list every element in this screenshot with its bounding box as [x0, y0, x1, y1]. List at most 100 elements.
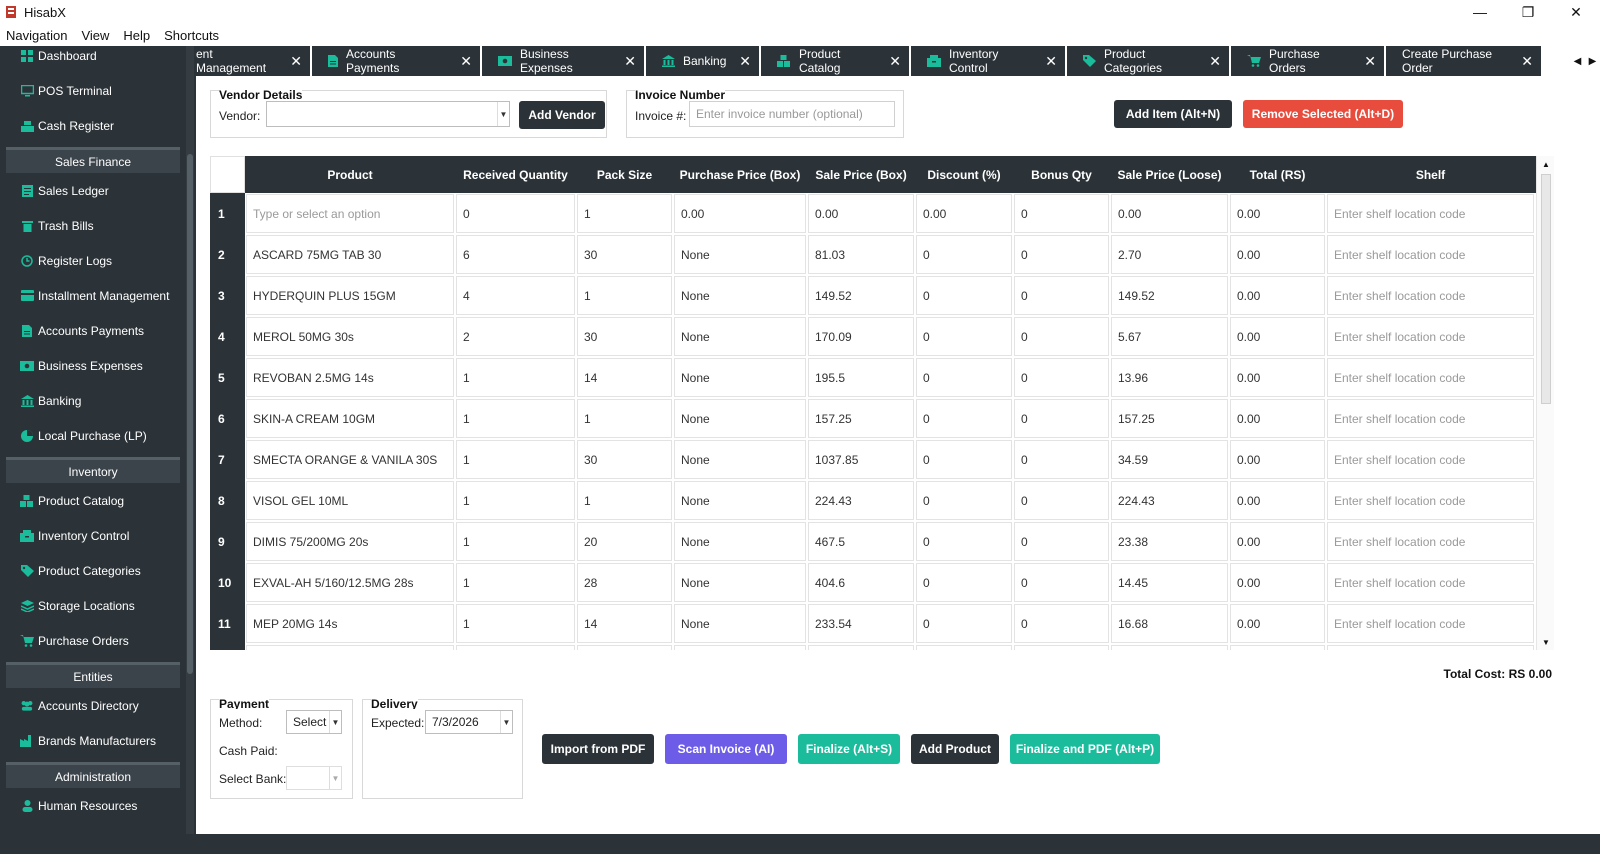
cell-total-rs[interactable]: 0.00	[1230, 235, 1325, 274]
scan-invoice-button[interactable]: Scan Invoice (AI)	[665, 734, 787, 764]
row-number[interactable]: 9	[210, 521, 245, 562]
sidebar-item-inventory-control[interactable]: Inventory Control	[0, 518, 186, 553]
sidebar-item-register-logs[interactable]: Register Logs	[0, 243, 186, 278]
cell-bonus-qty[interactable]: 0	[1014, 276, 1109, 315]
tab-scroll-left-icon[interactable]: ◀	[1574, 56, 1582, 67]
cell-sale-price-loose[interactable]: 2.70	[1111, 235, 1228, 274]
table-row[interactable]: 11 MEP 20MG 14s 1 14 None 233.54 0 0 16.68 0.00 En…	[210, 603, 1536, 644]
cell-sale-price-box[interactable]: 233.54	[808, 604, 914, 643]
payment-method-select[interactable]: Select ▼	[286, 710, 342, 734]
cell-shelf[interactable]: Enter shelf location code	[1327, 194, 1534, 233]
cell-discount[interactable]: 0	[916, 399, 1012, 438]
cell-purchase-price-box[interactable]: None	[674, 235, 806, 274]
cell-received-quantity[interactable]: 1	[456, 358, 575, 397]
row-number[interactable]: 11	[210, 603, 245, 644]
cell-product[interactable]: DIMIS 75/200MG 20s	[246, 522, 454, 561]
column-header-discount[interactable]: Discount (%)	[915, 156, 1013, 193]
cell-purchase-price-box[interactable]: None	[674, 481, 806, 520]
table-scrollbar-thumb[interactable]	[1541, 174, 1551, 404]
cell-bonus-qty[interactable]: 0	[1014, 481, 1109, 520]
close-icon[interactable]: ✕	[1199, 53, 1221, 70]
close-icon[interactable]: ✕	[450, 53, 472, 70]
cell-bonus-qty[interactable]: 0	[1014, 317, 1109, 356]
table-row[interactable]: 7 SMECTA ORANGE & VANILA 30S 1 30 None 1037.8…	[210, 439, 1536, 480]
cell-discount[interactable]: 0	[916, 522, 1012, 561]
table-row[interactable]: 4 MEROL 50MG 30s 2 30 None 170.09 0 0 5.67 0.00 En…	[210, 316, 1536, 357]
add-item-button[interactable]: Add Item (Alt+N)	[1114, 100, 1232, 128]
cell-shelf[interactable]: Enter shelf location code	[1327, 317, 1534, 356]
sidebar-item-brands-manufacturers[interactable]: Brands Manufacturers	[0, 723, 186, 758]
row-number[interactable]: 1	[210, 193, 245, 234]
column-header-received-quantity[interactable]: Received Quantity	[455, 156, 576, 193]
cell-product[interactable]: HYDERQUIN PLUS 15GM	[246, 276, 454, 315]
cell-total-rs[interactable]: 0.00	[1230, 522, 1325, 561]
column-header-pack-size[interactable]: Pack Size	[576, 156, 673, 193]
cell-bonus-qty[interactable]: 0	[1014, 235, 1109, 274]
cell-shelf[interactable]: Enter shelf location code	[1327, 358, 1534, 397]
cell-total-rs[interactable]: 0.00	[1230, 604, 1325, 643]
tab-banking[interactable]: Banking ✕	[646, 46, 759, 76]
cell-product[interactable]: Type or select an option	[246, 194, 454, 233]
sidebar-item-banking[interactable]: Banking	[0, 383, 186, 418]
sidebar-item-cash-register[interactable]: Cash Register	[0, 108, 186, 143]
table-row[interactable]: 3 HYDERQUIN PLUS 15GM 4 1 None 149.52 0 0 149.52…	[210, 275, 1536, 316]
row-number[interactable]: 2	[210, 234, 245, 275]
cell-sale-price-loose[interactable]: 0.00	[1111, 194, 1228, 233]
invoice-number-input[interactable]: Enter invoice number (optional)	[689, 101, 895, 127]
table-row[interactable]: 8 VISOL GEL 10ML 1 1 None 224.43 0 0 224.43 0.00 E…	[210, 480, 1536, 521]
menu-help[interactable]: Help	[123, 28, 150, 43]
cell-total-rs[interactable]: 0.00	[1230, 194, 1325, 233]
cell-sale-price-loose[interactable]: 157.25	[1111, 399, 1228, 438]
row-number[interactable]	[210, 644, 245, 650]
cell-sale-price-loose[interactable]	[1111, 645, 1228, 650]
cell-purchase-price-box[interactable]: None	[674, 563, 806, 602]
menu-view[interactable]: View	[81, 28, 109, 43]
cell-sale-price-box[interactable]: 1037.85	[808, 440, 914, 479]
cell-sale-price-box[interactable]: 81.03	[808, 235, 914, 274]
cell-received-quantity[interactable]: 6	[456, 235, 575, 274]
cell-sale-price-loose[interactable]: 224.43	[1111, 481, 1228, 520]
cell-total-rs[interactable]: 0.00	[1230, 563, 1325, 602]
close-icon[interactable]: ✕	[614, 53, 636, 70]
cell-shelf[interactable]: Enter shelf location code	[1327, 276, 1534, 315]
cell-product[interactable]: MEP 20MG 14s	[246, 604, 454, 643]
cell-received-quantity[interactable]: 1	[456, 440, 575, 479]
cell-discount[interactable]: 0	[916, 481, 1012, 520]
cell-bonus-qty[interactable]: 0	[1014, 522, 1109, 561]
cell-pack-size[interactable]: 20	[577, 522, 672, 561]
cell-discount[interactable]: 0	[916, 358, 1012, 397]
cell-purchase-price-box[interactable]: None	[674, 358, 806, 397]
close-icon[interactable]: ✕	[1035, 53, 1057, 70]
row-number[interactable]: 6	[210, 398, 245, 439]
cell-total-rs[interactable]: 0.00	[1230, 440, 1325, 479]
finalize-button[interactable]: Finalize (Alt+S)	[798, 734, 900, 764]
column-header-product[interactable]: Product	[245, 156, 455, 193]
cell-total-rs[interactable]	[1230, 645, 1325, 650]
cell-discount[interactable]: 0	[916, 563, 1012, 602]
column-header-sale-price-loose[interactable]: Sale Price (Loose)	[1110, 156, 1229, 193]
table-row[interactable]: 9 DIMIS 75/200MG 20s 1 20 None 467.5 0 0 23.38 0.…	[210, 521, 1536, 562]
cell-purchase-price-box[interactable]	[674, 645, 806, 650]
sidebar-item-product-categories[interactable]: Product Categories	[0, 553, 186, 588]
sidebar-item-pos-terminal[interactable]: POS Terminal	[0, 73, 186, 108]
close-window-button[interactable]: ✕	[1552, 0, 1600, 24]
cell-received-quantity[interactable]: 1	[456, 563, 575, 602]
cell-purchase-price-box[interactable]: None	[674, 604, 806, 643]
column-header-sale-price-box[interactable]: Sale Price (Box)	[807, 156, 915, 193]
cell-total-rs[interactable]: 0.00	[1230, 276, 1325, 315]
tab-product-categories[interactable]: Product Categories ✕	[1067, 46, 1229, 76]
table-row[interactable]: 2 ASCARD 75MG TAB 30 6 30 None 81.03 0 0 2.70 0.0…	[210, 234, 1536, 275]
cell-discount[interactable]: 0	[916, 235, 1012, 274]
cell-sale-price-box[interactable]: 195.5	[808, 358, 914, 397]
sidebar-item-business-expenses[interactable]: Business Expenses	[0, 348, 186, 383]
cell-bonus-qty[interactable]: 0	[1014, 604, 1109, 643]
scroll-down-icon[interactable]: ▼	[1537, 634, 1554, 650]
menu-navigation[interactable]: Navigation	[6, 28, 67, 43]
restore-button[interactable]: ❐	[1504, 0, 1552, 24]
cell-pack-size[interactable]: 30	[577, 440, 672, 479]
sidebar-item-product-catalog[interactable]: Product Catalog	[0, 483, 186, 518]
add-product-button[interactable]: Add Product	[911, 734, 999, 764]
tab-accounts-payments[interactable]: Accounts Payments ✕	[312, 46, 480, 76]
cell-purchase-price-box[interactable]: None	[674, 522, 806, 561]
cell-sale-price-box[interactable]: 0.00	[808, 194, 914, 233]
